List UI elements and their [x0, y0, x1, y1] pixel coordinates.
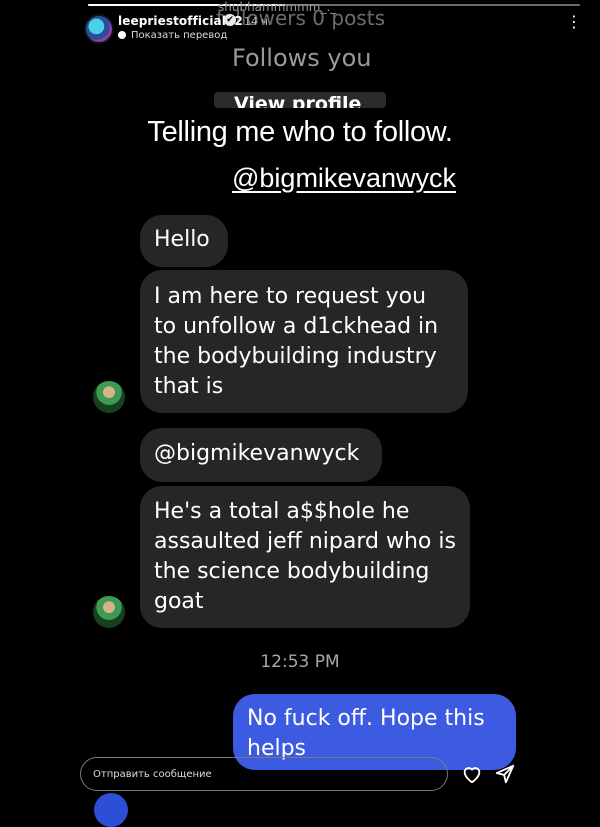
sender-avatar — [93, 596, 125, 628]
sender-avatar — [93, 381, 125, 413]
story-header: leepriestofficial72 ✔ 14 ч Показать пере… — [84, 14, 582, 46]
story-caption: Telling me who to follow. — [147, 116, 453, 148]
bottom-avatar — [94, 793, 128, 827]
message-bubble: I am here to request you to unfollow a d… — [140, 270, 468, 413]
send-message-placeholder: Отправить сообщение — [93, 768, 212, 780]
show-translation-label: Показать перевод — [131, 30, 228, 41]
follows-you-label: Follows you — [232, 44, 372, 72]
story-time: 14 ч — [244, 15, 268, 28]
view-profile-button: View profile — [214, 92, 386, 108]
send-icon[interactable] — [494, 763, 516, 785]
account-avatar[interactable] — [84, 14, 114, 44]
send-message-input[interactable]: Отправить сообщение — [80, 757, 448, 791]
more-dots-icon[interactable]: ⋮ — [566, 14, 582, 30]
translate-icon — [118, 31, 126, 39]
message-bubble: He's a total a$$hole he assaulted jeff n… — [140, 486, 470, 628]
verified-badge-icon: ✔ — [224, 14, 236, 26]
heart-icon[interactable] — [461, 763, 483, 785]
show-translation-link[interactable]: Показать перевод — [118, 30, 227, 41]
message-timestamp: 12:53 PM — [260, 652, 340, 672]
view-profile-label: View profile — [234, 93, 362, 108]
story-mention-link[interactable]: @bigmikevanwyck — [232, 163, 456, 194]
mention-bubble[interactable]: @bigmikevanwyck — [140, 428, 382, 482]
message-bubble: Hello — [140, 215, 228, 267]
